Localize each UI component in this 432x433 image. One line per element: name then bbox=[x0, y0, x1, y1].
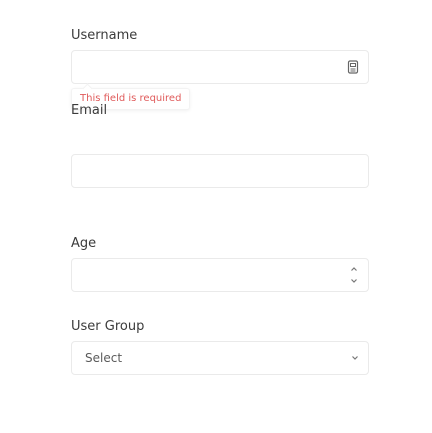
chevron-down-icon[interactable] bbox=[348, 276, 360, 286]
chevron-up-icon[interactable] bbox=[348, 264, 360, 274]
chevron-down-icon bbox=[351, 355, 359, 361]
age-field[interactable] bbox=[71, 258, 369, 292]
email-input[interactable] bbox=[72, 155, 368, 187]
id-card-icon bbox=[347, 60, 359, 74]
tooltip-arrow bbox=[82, 83, 93, 94]
user-group-label: User Group bbox=[71, 319, 145, 334]
email-field[interactable] bbox=[71, 154, 369, 188]
age-input[interactable] bbox=[72, 259, 368, 291]
username-input[interactable] bbox=[72, 51, 368, 83]
user-group-select[interactable]: Select bbox=[71, 341, 369, 375]
username-field[interactable] bbox=[71, 50, 369, 84]
age-stepper bbox=[348, 259, 360, 291]
username-label: Username bbox=[71, 28, 138, 43]
email-label: Email bbox=[71, 103, 108, 118]
user-group-selected-value: Select bbox=[85, 351, 123, 365]
user-form: Username This field is required Email Ag… bbox=[0, 0, 432, 433]
age-label: Age bbox=[71, 236, 97, 251]
